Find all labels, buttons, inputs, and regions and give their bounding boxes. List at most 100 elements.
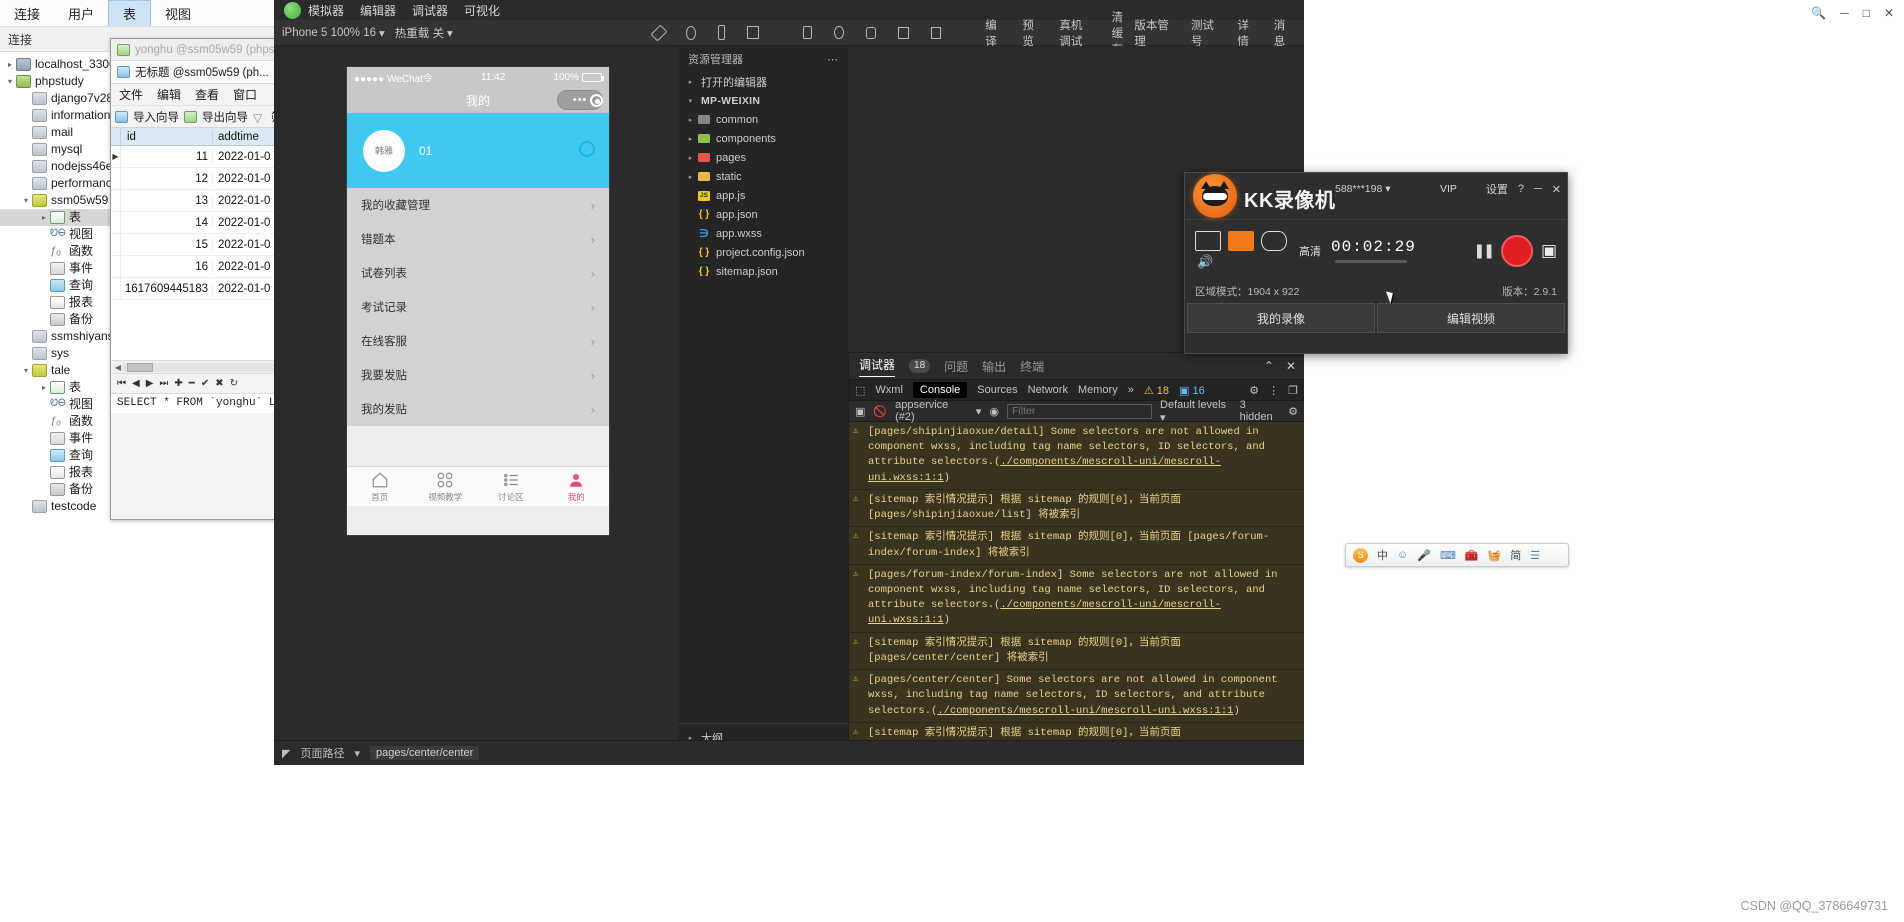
tabbar-item-讨论区[interactable]: 讨论区 xyxy=(478,467,544,506)
explorer-item-app-js[interactable]: JS app.js xyxy=(678,186,848,205)
delete-record-button[interactable]: ━ xyxy=(189,378,195,389)
ime-language-toggle[interactable]: 中 xyxy=(1377,547,1388,563)
grid-body[interactable]: ▶ 11 2022-01-0 12 2022-01-0 13 2022-01-0 14 2022… xyxy=(111,146,289,360)
profile-menu-list[interactable]: 我的收藏管理 › 错题本 › 试卷列表 › 考试记录 › 在线客服 › 我要发贴 › 我的发贴 › xyxy=(347,188,609,426)
explorer-item-sitemap-json[interactable]: { } sitemap.json xyxy=(678,262,848,281)
open-editors-section[interactable]: ▸ 打开的编辑器 xyxy=(678,72,848,91)
source-link[interactable]: ./components/mescroll-uni/mescroll-uni.w… xyxy=(868,456,1221,483)
record-navigator[interactable]: ⏮ ◀ ▶ ⏭ ✚ ━ ✔ ✖ ↻ xyxy=(111,373,289,393)
prev-record-button[interactable]: ◀ xyxy=(132,378,140,389)
menu-visual[interactable]: 可视化 xyxy=(464,2,500,19)
console-filter-input[interactable] xyxy=(1007,403,1153,419)
tab-output[interactable]: 输出 xyxy=(982,358,1006,375)
game-mode-icon[interactable] xyxy=(1261,231,1287,251)
inspect-element-icon[interactable]: ⬚ xyxy=(855,384,865,397)
console-settings-icon[interactable]: ⚙ xyxy=(1288,405,1298,418)
profile-menu-item[interactable]: 试卷列表 › xyxy=(347,256,609,290)
project-root-section[interactable]: ▾ MP-WEIXIN xyxy=(678,91,848,110)
more-tabs-icon[interactable]: » xyxy=(1128,384,1134,396)
cell-id[interactable]: 16 xyxy=(121,260,213,273)
console-log-entry[interactable]: ⚠ [pages/forum-index/forum-index] Some se… xyxy=(849,564,1304,633)
close-icon[interactable]: ✕ xyxy=(1552,183,1561,196)
chevron-up-icon[interactable]: ⌃ xyxy=(1264,359,1274,373)
chevron-down-icon[interactable]: ▾ xyxy=(20,196,32,205)
phone-icon[interactable] xyxy=(718,25,726,40)
details-button[interactable]: 详情 xyxy=(1237,17,1257,49)
screen-mode-icon[interactable] xyxy=(1195,231,1221,251)
device-selector[interactable]: iPhone 5 100% 16 ▾ xyxy=(282,26,385,40)
mic-icon[interactable]: 🎤 xyxy=(1417,549,1431,562)
ribbon-tab-table[interactable]: 表 xyxy=(108,0,152,26)
phone-tabbar[interactable]: 首页 视频教学 讨论区 我的 xyxy=(347,466,609,506)
explorer-item-project-config-json[interactable]: { } project.config.json xyxy=(678,243,848,262)
basket-icon[interactable]: 🧺 xyxy=(1488,549,1502,562)
chevron-right-icon[interactable]: ▸ xyxy=(684,173,697,181)
cell-id[interactable]: 11 xyxy=(121,150,213,163)
sidebar-toggle-icon[interactable]: ▣ xyxy=(855,405,865,418)
cell-id[interactable]: 13 xyxy=(121,194,213,207)
explorer-item-app-wxss[interactable]: ∋ app.wxss xyxy=(678,224,848,243)
sogou-logo-icon[interactable]: S xyxy=(1353,547,1368,563)
cell-id[interactable]: 15 xyxy=(121,238,213,251)
cancel-change-button[interactable]: ✖ xyxy=(215,378,223,389)
scroll-left-icon[interactable]: ◀ xyxy=(113,363,123,372)
menu-edit[interactable]: 编辑 xyxy=(157,86,181,103)
column-header-id[interactable]: id xyxy=(121,130,213,143)
kk-quality-label[interactable]: 高清 xyxy=(1299,243,1321,259)
table-row[interactable]: 12 2022-01-0 xyxy=(111,168,289,190)
preview-button[interactable]: 预览 xyxy=(1022,17,1037,49)
search-icon[interactable] xyxy=(834,26,844,39)
eye-icon[interactable]: ◉ xyxy=(989,405,999,418)
settings-icon[interactable] xyxy=(579,141,595,157)
help-icon[interactable]: ? xyxy=(1518,183,1524,195)
warning-count[interactable]: ⚠ 18 xyxy=(1144,384,1169,397)
chevron-icon[interactable]: ◤ xyxy=(282,747,290,760)
menu-window[interactable]: 窗口 xyxy=(233,86,257,103)
dock-icon[interactable]: ❐ xyxy=(1288,384,1298,397)
kk-account[interactable]: 588***198 ▾ xyxy=(1335,183,1391,195)
profile-menu-item[interactable]: 我要发贴 › xyxy=(347,358,609,392)
chevron-right-icon[interactable]: ▸ xyxy=(38,383,50,392)
tab-problems[interactable]: 问题 xyxy=(944,358,968,375)
console-log-entry[interactable]: ⚠ [sitemap 索引情况提示] 根据 sitemap 的规则[0]，当前页面… xyxy=(849,527,1304,565)
table-row[interactable]: 14 2022-01-0 xyxy=(111,212,289,234)
devtab-wxml[interactable]: Wxml xyxy=(875,384,903,396)
devtab-console[interactable]: Console xyxy=(912,382,968,398)
details-icon[interactable] xyxy=(898,26,909,39)
explorer-item-app-json[interactable]: { } app.json xyxy=(678,205,848,224)
apply-change-button[interactable]: ✔ xyxy=(201,378,209,389)
smiley-icon[interactable]: ☺ xyxy=(1397,549,1408,561)
last-record-button[interactable]: ⏭ xyxy=(159,378,168,389)
more-icon[interactable]: ⋯ xyxy=(827,53,838,66)
layout-icon[interactable] xyxy=(747,26,759,39)
devtab-memory[interactable]: Memory xyxy=(1078,384,1118,396)
route-value[interactable]: pages/center/center xyxy=(370,746,480,760)
export-wizard-button[interactable]: 导出向导 xyxy=(202,109,248,125)
maximize-button[interactable]: □ xyxy=(1863,6,1870,20)
chevron-right-icon[interactable]: ▸ xyxy=(684,135,697,143)
kebab-icon[interactable]: ⋮ xyxy=(1268,384,1279,397)
close-capsule-icon[interactable] xyxy=(590,93,603,107)
table-row[interactable]: 15 2022-01-0 xyxy=(111,234,289,256)
chevron-right-icon[interactable]: ▸ xyxy=(38,213,50,222)
explorer-item-components[interactable]: ▸ components xyxy=(678,129,848,148)
devtab-sources[interactable]: Sources xyxy=(977,384,1017,396)
profile-menu-item[interactable]: 在线客服 › xyxy=(347,324,609,358)
window-mode-icon[interactable] xyxy=(1228,231,1254,251)
menu-editor[interactable]: 编辑器 xyxy=(360,2,396,19)
console-log-entry[interactable]: ⚠ [sitemap 索引情况提示] 根据 sitemap 的规则[0]，当前页面… xyxy=(849,489,1304,528)
context-selector[interactable]: appservice (#2) xyxy=(895,399,968,423)
console-log-list[interactable]: ⚠ [pages/shipinjiaoxue/detail] Some selec… xyxy=(849,422,1304,765)
keyboard-icon[interactable]: ⌨ xyxy=(1440,549,1456,562)
table-row[interactable]: 13 2022-01-0 xyxy=(111,190,289,212)
ribbon-tab-connection[interactable]: 连接 xyxy=(0,0,54,26)
upload-cloud-icon[interactable] xyxy=(865,26,877,39)
minimize-button[interactable]: ─ xyxy=(1840,6,1849,20)
menu-view[interactable]: 查看 xyxy=(195,86,219,103)
kk-vip-badge[interactable]: VIP xyxy=(1440,183,1457,195)
chevron-right-icon[interactable]: ▸ xyxy=(4,60,16,69)
tabbar-item-首页[interactable]: 首页 xyxy=(347,467,413,506)
chevron-down-icon[interactable]: ▾ xyxy=(976,405,982,418)
cell-id[interactable]: 12 xyxy=(121,172,213,185)
menu-simulator[interactable]: 模拟器 xyxy=(308,2,344,19)
